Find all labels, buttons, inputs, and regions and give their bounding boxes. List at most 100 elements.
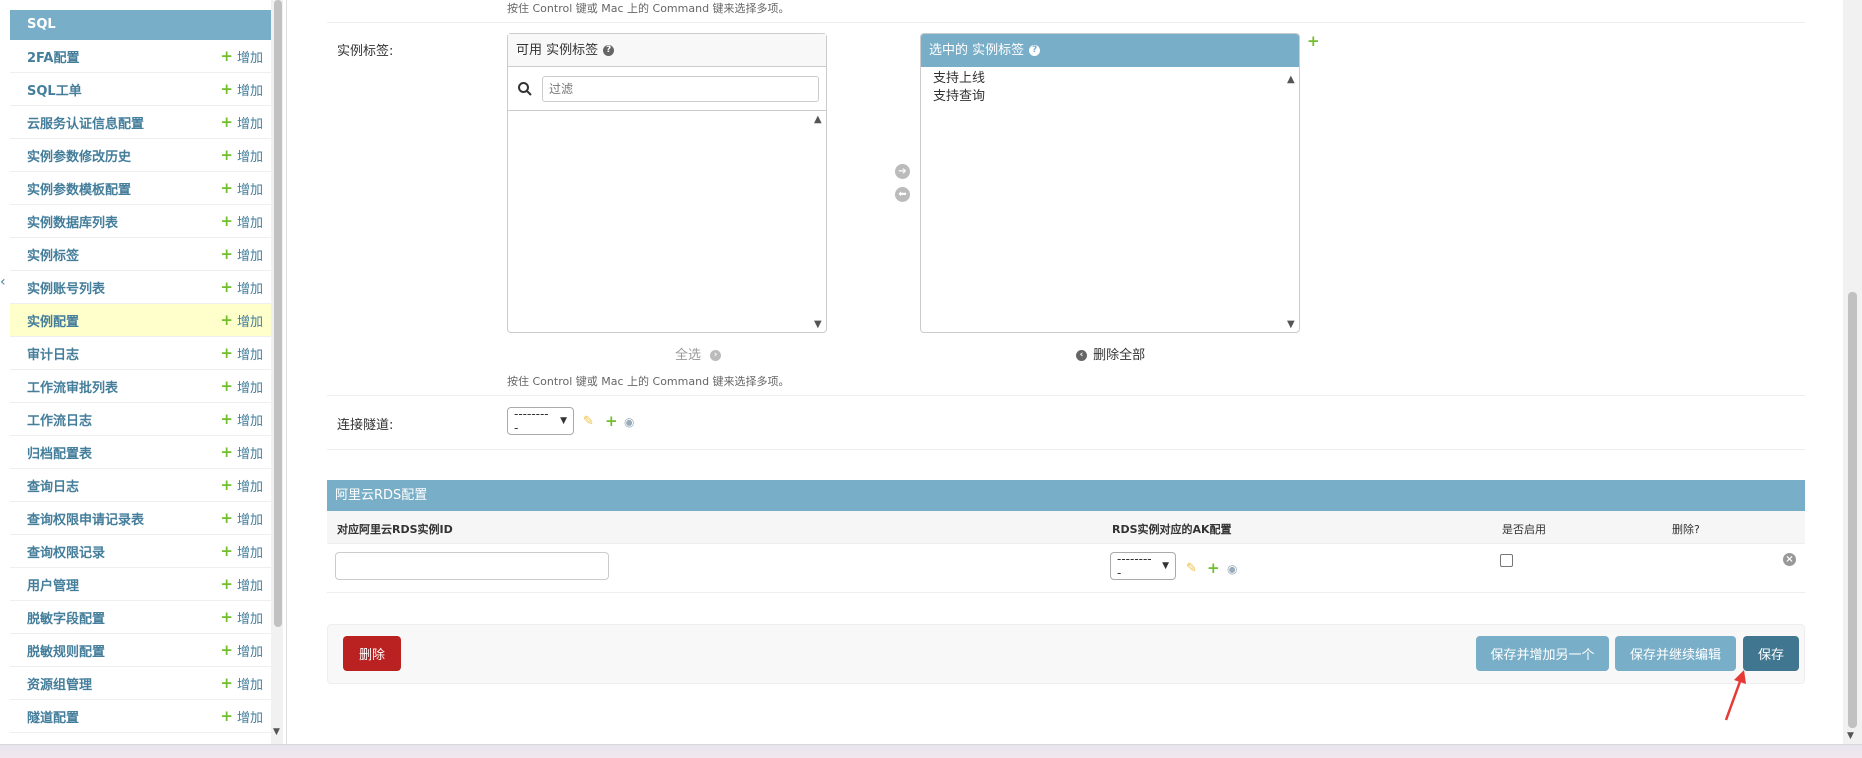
sidebar-scrollbar-thumb[interactable]: [274, 0, 282, 627]
sidebar-item-label[interactable]: 查询权限记录: [27, 542, 105, 561]
sidebar-item[interactable]: 审计日志 + 增加: [10, 337, 271, 370]
sidebar-item-label[interactable]: 工作流审批列表: [27, 377, 118, 396]
sidebar-item[interactable]: 资源组管理 + 增加: [10, 667, 271, 700]
chosen-tag-option[interactable]: 支持上线: [933, 70, 1287, 88]
available-tags-scrollbar[interactable]: ▲ ▼: [812, 112, 826, 332]
sidebar-add-link[interactable]: + 增加: [220, 608, 263, 627]
sidebar-add-link[interactable]: + 增加: [220, 674, 263, 693]
sidebar-item-label[interactable]: 归档配置表: [27, 443, 92, 462]
page-scroll-down-icon[interactable]: ▼: [1847, 731, 1854, 741]
sidebar-add-link[interactable]: + 增加: [220, 542, 263, 561]
sidebar-add-link[interactable]: + 增加: [220, 443, 263, 462]
sidebar-item[interactable]: 脱敏字段配置 + 增加: [10, 601, 271, 634]
ak-config-select[interactable]: --------- ▼: [1110, 552, 1176, 580]
save-button[interactable]: 保存: [1743, 636, 1799, 671]
delete-row-icon[interactable]: ×: [1783, 553, 1796, 566]
sidebar-item[interactable]: 工作流日志 + 增加: [10, 403, 271, 436]
sidebar-item-label[interactable]: 隧道配置: [27, 707, 79, 726]
sidebar-add-link[interactable]: + 增加: [220, 146, 263, 165]
sidebar-item-label[interactable]: 实例参数修改历史: [27, 146, 131, 165]
sidebar-item[interactable]: 实例数据库列表 + 增加: [10, 205, 271, 238]
remove-tag-arrow-icon[interactable]: ⬅: [895, 187, 910, 202]
sidebar-scroll-down-icon[interactable]: ▼: [273, 727, 280, 737]
sidebar-item-label[interactable]: 2FA配置: [27, 47, 80, 66]
sidebar-item[interactable]: 实例标签 + 增加: [10, 238, 271, 271]
sidebar-item[interactable]: 归档配置表 + 增加: [10, 436, 271, 469]
scroll-up-icon[interactable]: ▲: [1287, 74, 1295, 85]
sidebar-item[interactable]: SQL工单 + 增加: [10, 73, 271, 106]
sidebar-add-link[interactable]: + 增加: [220, 113, 263, 132]
sidebar-item[interactable]: 用户管理 + 增加: [10, 568, 271, 601]
view-eye-icon[interactable]: ◉: [1227, 562, 1237, 576]
sidebar-item-label[interactable]: SQL工单: [27, 80, 82, 99]
view-eye-icon[interactable]: ◉: [624, 415, 634, 429]
sidebar-item-label[interactable]: 脱敏字段配置: [27, 608, 105, 627]
tags-filter-input[interactable]: [542, 76, 819, 102]
sidebar-item[interactable]: 脱敏规则配置 + 增加: [10, 634, 271, 667]
sidebar-add-link[interactable]: + 增加: [220, 245, 263, 264]
sidebar-item-label[interactable]: 实例账号列表: [27, 278, 105, 297]
sidebar-add-link[interactable]: + 增加: [220, 80, 263, 99]
sidebar-item-label[interactable]: 查询日志: [27, 476, 79, 495]
collapse-sidebar-icon[interactable]: ‹: [0, 274, 6, 290]
chosen-tag-option[interactable]: 支持查询: [933, 88, 1287, 106]
sidebar-item-label[interactable]: 实例参数模板配置: [27, 179, 131, 198]
sidebar-add-link[interactable]: + 增加: [220, 344, 263, 363]
sidebar-add-link[interactable]: + 增加: [220, 47, 263, 66]
sidebar-item-label[interactable]: 用户管理: [27, 575, 79, 594]
sidebar-item-label[interactable]: 实例配置: [27, 311, 79, 330]
page-scrollbar-thumb[interactable]: [1848, 292, 1857, 728]
save-continue-button[interactable]: 保存并继续编辑: [1615, 636, 1736, 671]
sidebar-add-link[interactable]: + 增加: [220, 278, 263, 297]
sidebar-item[interactable]: 查询权限记录 + 增加: [10, 535, 271, 568]
sidebar-add-link[interactable]: + 增加: [220, 212, 263, 231]
sidebar-item[interactable]: 云服务认证信息配置 + 增加: [10, 106, 271, 139]
sidebar-item-label[interactable]: 审计日志: [27, 344, 79, 363]
edit-pencil-icon[interactable]: ✎: [1186, 561, 1197, 576]
sidebar-add-link[interactable]: + 增加: [220, 476, 263, 495]
save-add-another-button[interactable]: 保存并增加另一个: [1476, 636, 1609, 671]
chosen-tags-scrollbar[interactable]: ▲ ▼: [1285, 72, 1299, 332]
sidebar-item[interactable]: 工作流审批列表 + 增加: [10, 370, 271, 403]
enabled-checkbox[interactable]: [1500, 554, 1513, 567]
delete-button[interactable]: 删除: [343, 636, 401, 671]
add-tag-icon[interactable]: +: [1307, 32, 1320, 50]
rds-instance-id-input[interactable]: [335, 552, 609, 580]
sidebar-item[interactable]: 实例账号列表 + 增加: [10, 271, 271, 304]
sidebar-item-label[interactable]: 实例标签: [27, 245, 79, 264]
sidebar-item[interactable]: 隧道配置 + 增加: [10, 700, 271, 733]
sidebar-item-label[interactable]: 查询权限申请记录表: [27, 509, 144, 528]
sidebar-item[interactable]: 实例参数模板配置 + 增加: [10, 172, 271, 205]
sidebar-add-link[interactable]: + 增加: [220, 377, 263, 396]
sidebar-item-label[interactable]: 云服务认证信息配置: [27, 113, 144, 132]
sidebar-add-link[interactable]: + 增加: [220, 509, 263, 528]
choose-all-link[interactable]: 全选 ›: [675, 344, 722, 363]
help-icon[interactable]: ?: [603, 45, 615, 56]
sidebar-item[interactable]: 2FA配置 + 增加: [10, 40, 271, 73]
scroll-up-icon[interactable]: ▲: [814, 114, 822, 125]
tunnel-select[interactable]: --------- ▼: [507, 407, 574, 435]
sidebar-item-label[interactable]: 脱敏规则配置: [27, 641, 105, 660]
scroll-down-icon[interactable]: ▼: [814, 319, 822, 330]
module-header-sql[interactable]: SQL: [10, 10, 271, 40]
sidebar-item-label[interactable]: 工作流日志: [27, 410, 92, 429]
chosen-tags-list[interactable]: 支持上线 支持查询: [921, 67, 1299, 109]
help-icon[interactable]: ?: [1029, 45, 1041, 56]
sidebar-add-link[interactable]: + 增加: [220, 179, 263, 198]
sidebar-add-link[interactable]: + 增加: [220, 311, 263, 330]
edit-pencil-icon[interactable]: ✎: [583, 414, 594, 429]
add-ak-icon[interactable]: +: [1207, 559, 1220, 577]
sidebar-add-link[interactable]: + 增加: [220, 410, 263, 429]
sidebar-add-link[interactable]: + 增加: [220, 707, 263, 726]
add-tunnel-icon[interactable]: +: [605, 412, 618, 430]
sidebar-item-label[interactable]: 实例数据库列表: [27, 212, 118, 231]
sidebar-item[interactable]: 查询日志 + 增加: [10, 469, 271, 502]
remove-all-link[interactable]: ‹ 删除全部: [1076, 344, 1145, 363]
sidebar-item[interactable]: 实例参数修改历史 + 增加: [10, 139, 271, 172]
choose-tag-arrow-icon[interactable]: ➔: [895, 164, 910, 179]
sidebar-item[interactable]: 查询权限申请记录表 + 增加: [10, 502, 271, 535]
sidebar-add-link[interactable]: + 增加: [220, 575, 263, 594]
sidebar-item[interactable]: 实例配置 + 增加: [10, 304, 271, 337]
scroll-down-icon[interactable]: ▼: [1287, 319, 1295, 330]
sidebar-add-link[interactable]: + 增加: [220, 641, 263, 660]
